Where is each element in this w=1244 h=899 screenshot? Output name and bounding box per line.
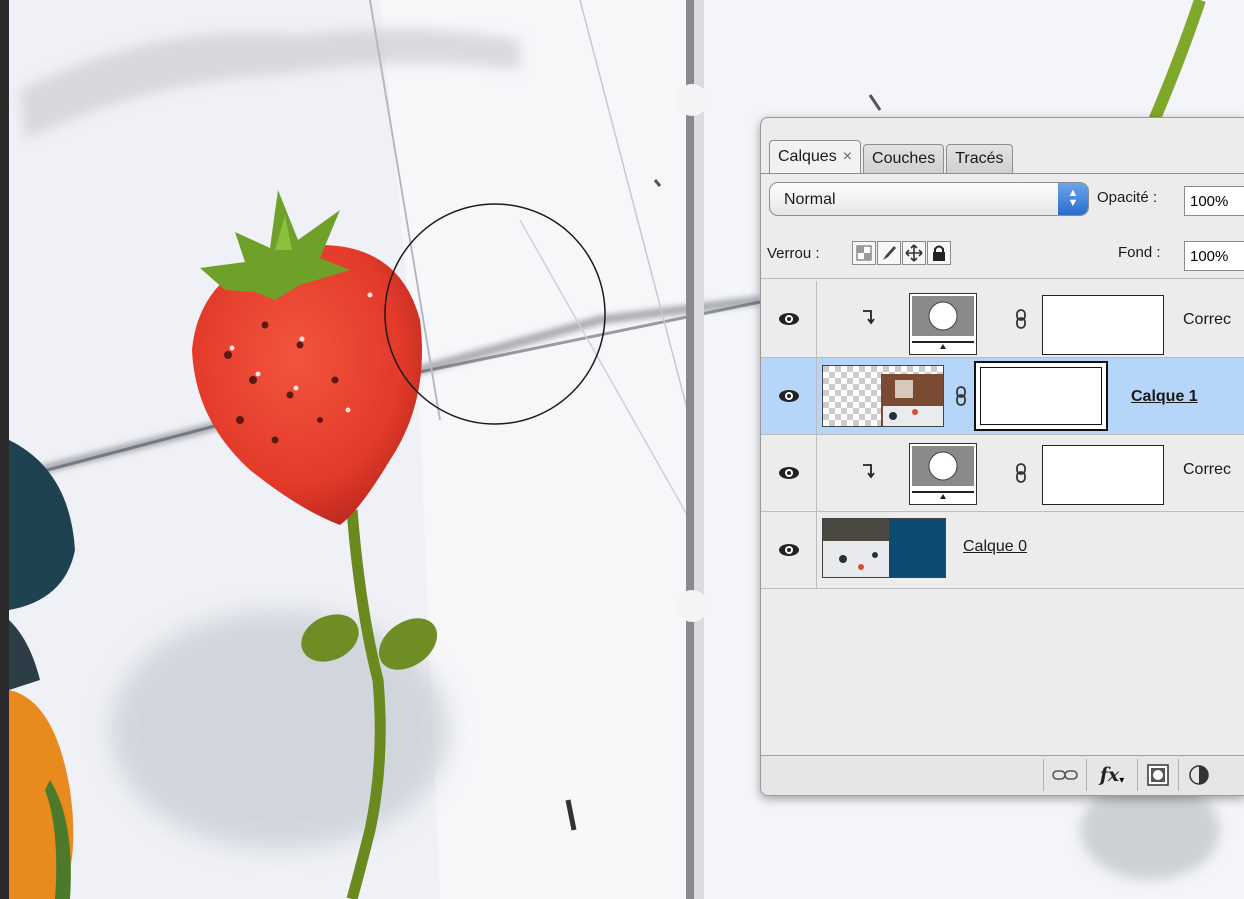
chain-link-icon[interactable] [955, 386, 967, 406]
eye-icon [778, 313, 799, 325]
layer-name[interactable]: Calque 1 [1131, 388, 1198, 406]
chain-link-icon[interactable] [1015, 463, 1027, 483]
layer-thumbnail[interactable] [822, 518, 946, 578]
layer-name[interactable]: Calque 0 [963, 538, 1027, 556]
layer-thumbnail[interactable] [822, 365, 944, 427]
layer-name[interactable]: Correc [1183, 311, 1231, 329]
tabs-divider [761, 173, 1244, 174]
tab-calques-label: Calques [778, 148, 837, 165]
lock-all-icon[interactable] [927, 241, 951, 265]
layer-row-selected[interactable]: Calque 1 [761, 358, 1244, 435]
layer-row[interactable]: Calque 0 [761, 512, 1244, 589]
tab-couches[interactable]: Couches [863, 144, 945, 173]
panel-tabs: Calques × Couches Tracés [769, 139, 1015, 173]
adjustment-thumbnail[interactable] [909, 443, 977, 505]
layer-row[interactable]: Correc [761, 435, 1244, 512]
lock-label: Verrou : [767, 245, 820, 262]
layer-mask-thumbnail[interactable] [974, 361, 1108, 431]
toolbar-divider [761, 278, 1244, 279]
select-arrows-icon[interactable]: ▲ ▼ [1058, 183, 1088, 215]
fx-label: fx [1099, 764, 1120, 786]
panel-footer: fx ▾ [761, 756, 1244, 795]
tab-couches-label: Couches [872, 150, 936, 167]
opacity-field[interactable]: 100% [1184, 186, 1244, 216]
mask-thumbnail[interactable] [1042, 445, 1164, 505]
link-layers-icon[interactable] [1043, 759, 1086, 791]
mask-thumbnail[interactable] [1042, 295, 1164, 355]
chain-link-icon[interactable] [1015, 309, 1027, 329]
adjustment-thumbnail[interactable] [909, 293, 977, 355]
blend-mode-select[interactable]: Normal ▲ ▼ [769, 182, 1089, 216]
tab-traces-label: Tracés [955, 150, 1004, 167]
lock-transparency-icon[interactable] [852, 241, 876, 265]
eye-icon [778, 467, 799, 479]
blend-mode-value: Normal [784, 191, 836, 208]
tab-traces[interactable]: Tracés [946, 144, 1013, 173]
eye-icon [778, 544, 799, 556]
opacity-label: Opacité : [1097, 189, 1158, 206]
fill-label: Fond : [1118, 244, 1161, 261]
fx-icon[interactable]: fx ▾ [1086, 759, 1137, 791]
visibility-toggle[interactable] [761, 512, 817, 588]
add-mask-icon[interactable] [1137, 759, 1178, 791]
lock-position-icon[interactable] [902, 241, 926, 265]
lock-buttons [852, 241, 952, 265]
clipping-arrow-icon [863, 464, 875, 479]
layer-row[interactable]: Correc [761, 281, 1244, 358]
visibility-toggle[interactable] [761, 358, 817, 434]
layers-panel: Calques × Couches Tracés Normal ▲ ▼ Opaci… [760, 117, 1244, 796]
visibility-toggle[interactable] [761, 281, 817, 357]
clipping-arrow-icon [863, 310, 875, 325]
lock-image-icon[interactable] [877, 241, 901, 265]
eye-icon [778, 390, 799, 402]
tab-calques[interactable]: Calques × [769, 140, 862, 173]
layer-name[interactable]: Correc [1183, 461, 1231, 479]
adjustment-icon[interactable] [1178, 759, 1219, 791]
close-icon[interactable]: × [843, 141, 852, 173]
visibility-toggle[interactable] [761, 435, 817, 511]
fill-field[interactable]: 100% [1184, 241, 1244, 271]
